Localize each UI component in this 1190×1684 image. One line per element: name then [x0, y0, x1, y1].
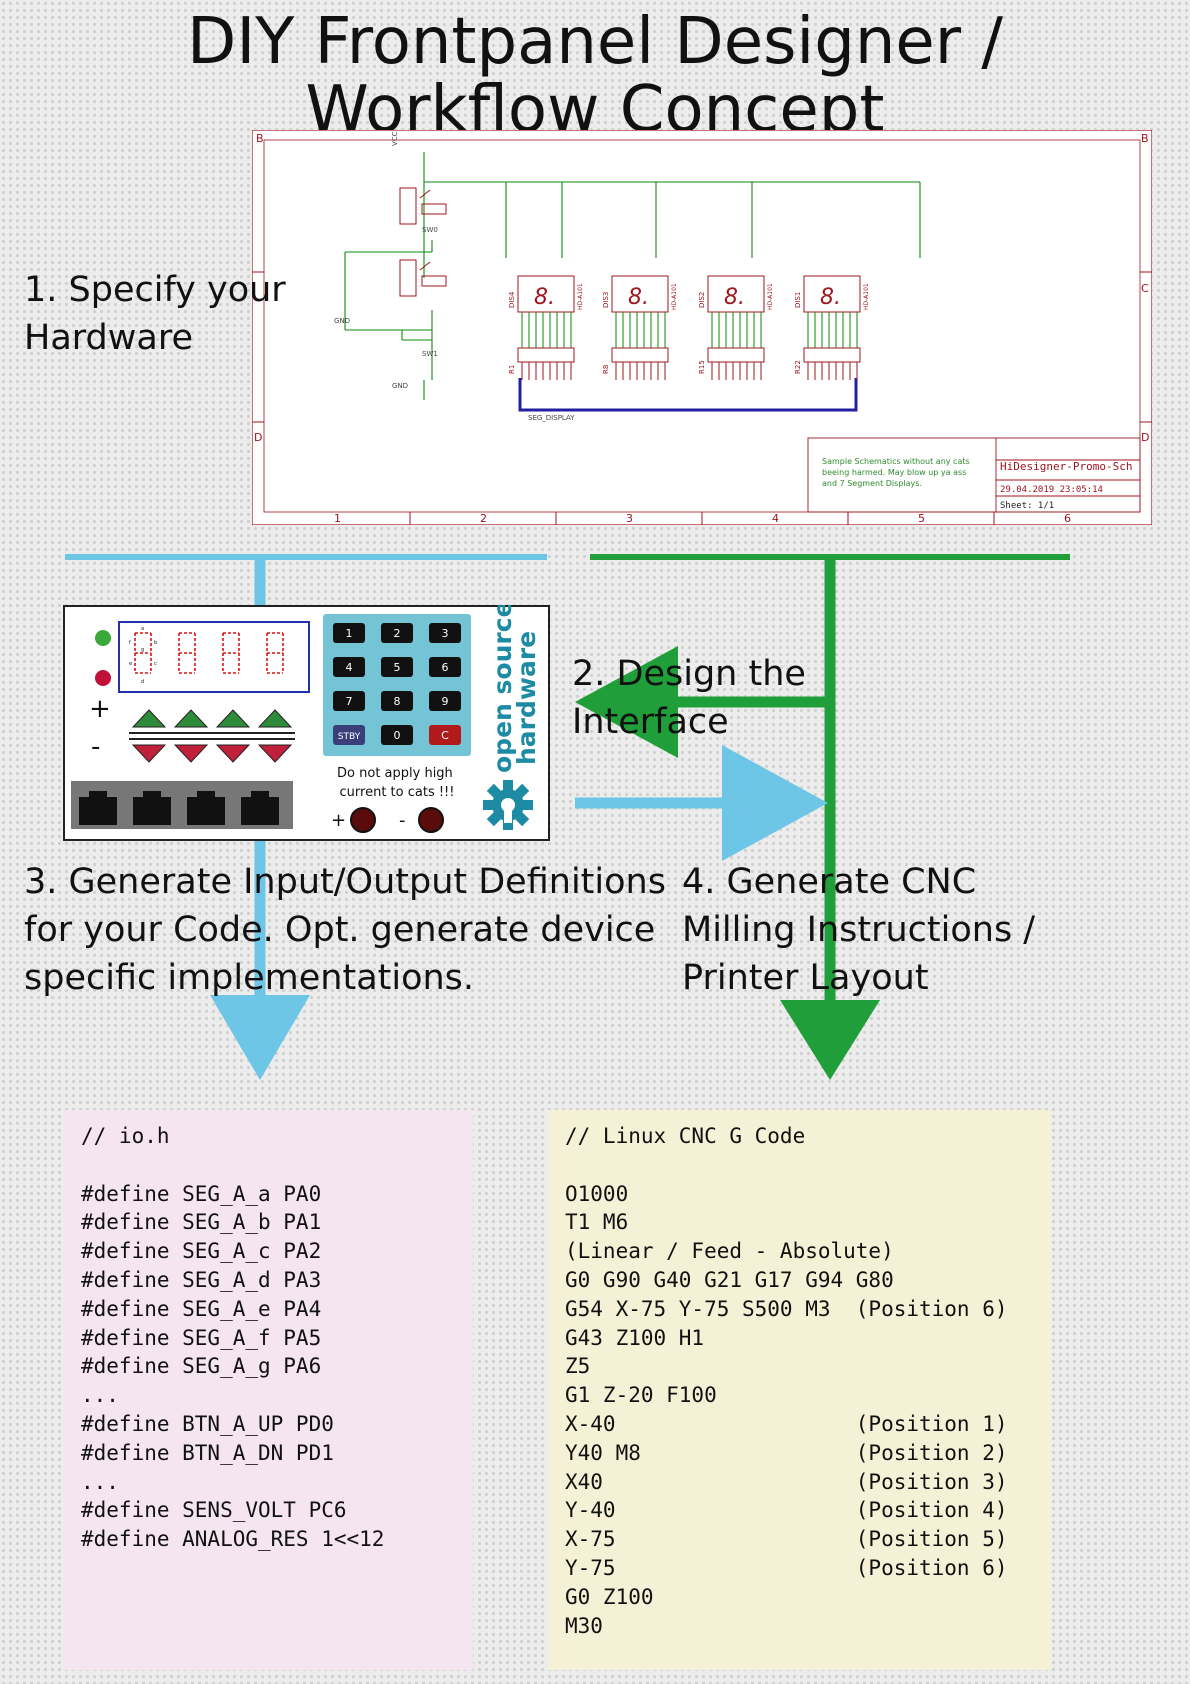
green-down-arrowhead: [780, 1000, 880, 1080]
key-5-label: 5: [394, 661, 401, 674]
step-2-label: 2. Design the Interface: [572, 654, 806, 742]
plus-label: +: [89, 694, 111, 724]
minus-label: -: [91, 732, 100, 762]
segment-label-a: a: [141, 626, 144, 632]
step-3-label: 3. Generate Input/Output Definitions for…: [24, 862, 666, 998]
key-9-label: 9: [442, 695, 449, 708]
status-led-green: [95, 630, 111, 646]
key-stby-label: STBY: [338, 732, 361, 742]
blue-down-arrowhead: [210, 995, 310, 1080]
status-led-red: [95, 670, 111, 686]
key-3-label: 3: [442, 627, 449, 640]
io-code-box: // io.h #define SEG_A_a PA0 #define SEG_…: [63, 1110, 473, 1670]
key-4-label: 4: [346, 661, 353, 674]
step-4-label: 4. Generate CNC Milling Instructions / P…: [682, 862, 1036, 998]
terminal-minus-label: -: [399, 810, 406, 831]
segment-label-b: b: [154, 640, 157, 646]
osh-line-2: hardware: [512, 631, 541, 765]
blue-right-arrowhead: [722, 745, 828, 861]
key-1-label: 1: [346, 627, 353, 640]
frontpanel-design: a b c d e f g + - 1 2 3 4 5 6 7 8 9 STBY…: [63, 605, 550, 841]
segment-label-d: d: [141, 679, 144, 685]
segment-label-f: f: [129, 640, 131, 646]
warning-line-1: Do not apply high: [337, 766, 453, 781]
segment-label-e: e: [129, 661, 132, 667]
segment-label-g: g: [141, 647, 144, 653]
terminal-plus-label: +: [331, 810, 346, 831]
key-2-label: 2: [394, 627, 401, 640]
key-c-label: C: [441, 729, 449, 742]
gcode-box: // Linux CNC G Code O1000 T1 M6 (Linear …: [548, 1110, 1052, 1670]
key-0-label: 0: [394, 729, 401, 742]
key-8-label: 8: [394, 695, 401, 708]
key-6-label: 6: [442, 661, 449, 674]
terminal-minus-jack[interactable]: [418, 807, 444, 833]
gcode-code: // Linux CNC G Code O1000 T1 M6 (Linear …: [565, 1124, 1008, 1638]
io-code: // io.h #define SEG_A_a PA0 #define SEG_…: [81, 1124, 385, 1552]
warning-line-2: current to cats !!!: [340, 785, 455, 800]
osh-gear-icon: [483, 780, 533, 830]
terminal-plus-jack[interactable]: [350, 807, 376, 833]
segment-label-c: c: [154, 661, 157, 667]
key-7-label: 7: [346, 695, 353, 708]
